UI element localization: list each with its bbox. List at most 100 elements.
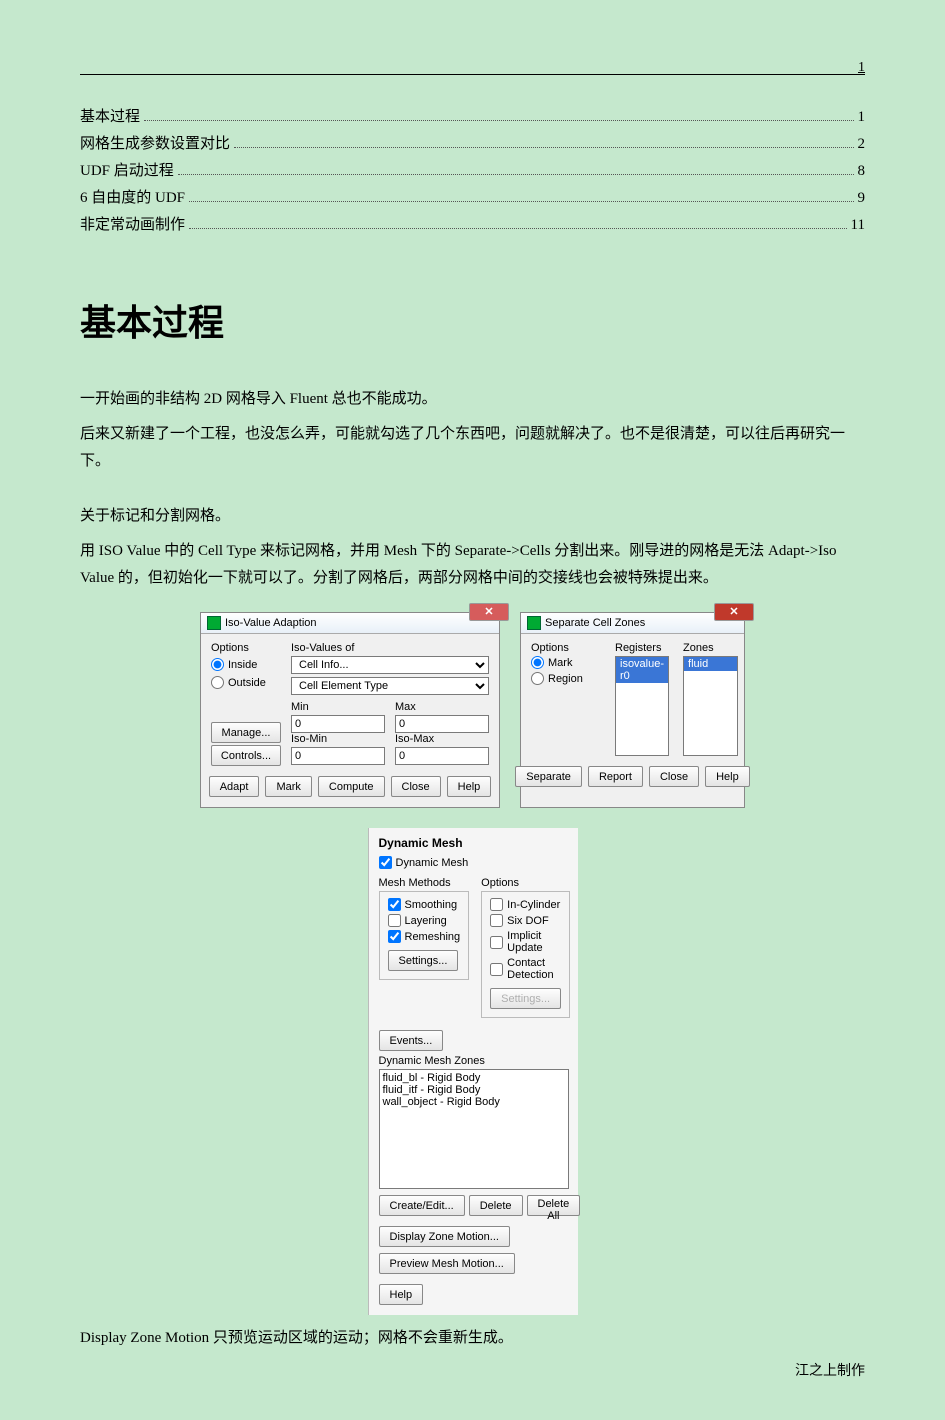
paragraph: Display Zone Motion 只预览运动区域的运动；网格不会重新生成。: [80, 1325, 865, 1352]
app-icon: [527, 616, 541, 630]
options-label: Options: [211, 642, 281, 654]
close-icon[interactable]: ✕: [714, 603, 754, 621]
help-button[interactable]: Help: [447, 776, 492, 797]
remeshing-checkbox[interactable]: Remeshing: [388, 930, 461, 943]
contact-detection-checkbox[interactable]: Contact Detection: [490, 957, 561, 981]
toc-dots: [178, 174, 854, 175]
document-page: 1 基本过程 1 网格生成参数设置对比 2 UDF 启动过程 8 6 自由度的 …: [0, 0, 945, 1420]
iso-values-of-label: Iso-Values of: [291, 642, 489, 654]
inside-radio[interactable]: Inside: [211, 658, 281, 671]
cell-info-dropdown[interactable]: Cell Info...: [291, 656, 489, 674]
help-button[interactable]: Help: [705, 766, 750, 787]
dialog-title: Iso-Value Adaption: [225, 617, 317, 629]
max-input[interactable]: [395, 715, 489, 733]
toc-entry[interactable]: UDF 启动过程 8: [80, 159, 865, 180]
cell-element-type-dropdown[interactable]: Cell Element Type: [291, 677, 489, 695]
delete-button[interactable]: Delete: [469, 1195, 523, 1216]
create-edit-button[interactable]: Create/Edit...: [379, 1195, 465, 1216]
inside-radio-input[interactable]: [211, 658, 224, 671]
toc-entry-page: 9: [858, 190, 866, 207]
mesh-methods-group: Smoothing Layering Remeshing Settings...: [379, 891, 470, 980]
zones-listbox[interactable]: fluid: [683, 656, 738, 756]
display-zone-motion-button[interactable]: Display Zone Motion...: [379, 1226, 510, 1247]
report-button[interactable]: Report: [588, 766, 643, 787]
delete-all-button[interactable]: Delete All: [527, 1195, 581, 1216]
mesh-methods-label: Mesh Methods: [379, 877, 470, 889]
toc-entry[interactable]: 基本过程 1: [80, 105, 865, 126]
controls-button[interactable]: Controls...: [211, 745, 281, 766]
registers-label: Registers: [615, 642, 669, 654]
compute-button[interactable]: Compute: [318, 776, 385, 797]
toc-dots: [189, 228, 847, 229]
table-of-contents: 基本过程 1 网格生成参数设置对比 2 UDF 启动过程 8 6 自由度的 UD…: [80, 105, 865, 234]
max-label: Max: [395, 701, 489, 713]
toc-entry-page: 2: [858, 136, 866, 153]
list-item[interactable]: isovalue-r0: [616, 657, 668, 683]
separate-cell-zones-dialog: ✕ Separate Cell Zones Options Mark: [520, 612, 745, 808]
region-radio[interactable]: Region: [531, 672, 601, 685]
section-title: 基本过程: [80, 294, 865, 346]
close-icon[interactable]: ✕: [469, 603, 509, 621]
paragraph: 后来又新建了一个工程，也没怎么弄，可能就勾选了几个东西吧，问题就解决了。也不是很…: [80, 421, 865, 475]
min-label: Min: [291, 701, 385, 713]
preview-mesh-motion-button[interactable]: Preview Mesh Motion...: [379, 1253, 515, 1274]
options-label: Options: [481, 877, 570, 889]
panel-title: Dynamic Mesh: [379, 836, 568, 850]
mark-radio-input[interactable]: [531, 656, 544, 669]
options-settings-button: Settings...: [490, 988, 561, 1009]
dialog-title: Separate Cell Zones: [545, 617, 645, 629]
toc-entry-label: 6 自由度的 UDF: [80, 186, 185, 207]
list-item[interactable]: wall_object - Rigid Body: [383, 1096, 565, 1108]
adapt-button[interactable]: Adapt: [209, 776, 260, 797]
separate-button[interactable]: Separate: [515, 766, 582, 787]
dialog-row: ✕ Iso-Value Adaption Options Inside: [80, 612, 865, 808]
registers-listbox[interactable]: isovalue-r0: [615, 656, 669, 756]
dynamic-mesh-zones-listbox[interactable]: fluid_bl - Rigid Body fluid_itf - Rigid …: [379, 1069, 569, 1189]
toc-entry[interactable]: 非定常动画制作 11: [80, 213, 865, 234]
methods-settings-button[interactable]: Settings...: [388, 950, 459, 971]
toc-entry-label: UDF 启动过程: [80, 159, 174, 180]
toc-entry[interactable]: 网格生成参数设置对比 2: [80, 132, 865, 153]
min-input[interactable]: [291, 715, 385, 733]
manage-button[interactable]: Manage...: [211, 722, 281, 743]
help-button[interactable]: Help: [379, 1284, 424, 1305]
toc-dots: [234, 147, 853, 148]
toc-entry-label: 基本过程: [80, 105, 140, 126]
toc-dots: [144, 120, 853, 121]
smoothing-checkbox[interactable]: Smoothing: [388, 898, 461, 911]
iso-max-input[interactable]: [395, 747, 489, 765]
implicit-update-checkbox[interactable]: Implicit Update: [490, 930, 561, 954]
events-button[interactable]: Events...: [379, 1030, 444, 1051]
mark-radio[interactable]: Mark: [531, 656, 601, 669]
region-radio-input[interactable]: [531, 672, 544, 685]
app-icon: [207, 616, 221, 630]
paragraph: 一开始画的非结构 2D 网格导入 Fluent 总也不能成功。: [80, 386, 865, 413]
list-item[interactable]: fluid: [684, 657, 737, 671]
dynamic-mesh-panel: Dynamic Mesh Dynamic Mesh Mesh Methods S…: [368, 828, 578, 1315]
toc-entry-page: 1: [858, 109, 866, 126]
toc-entry[interactable]: 6 自由度的 UDF 9: [80, 186, 865, 207]
mark-button[interactable]: Mark: [265, 776, 311, 797]
paragraph: 关于标记和分割网格。: [80, 503, 865, 530]
dynamic-mesh-checkbox[interactable]: Dynamic Mesh: [379, 856, 568, 869]
close-button[interactable]: Close: [391, 776, 441, 797]
dynamic-mesh-checkbox-input[interactable]: [379, 856, 392, 869]
outside-radio-input[interactable]: [211, 676, 224, 689]
layering-checkbox[interactable]: Layering: [388, 914, 461, 927]
in-cylinder-checkbox[interactable]: In-Cylinder: [490, 898, 561, 911]
dialog-titlebar: Separate Cell Zones: [521, 613, 744, 634]
paragraph: 用 ISO Value 中的 Cell Type 来标记网格，并用 Mesh 下…: [80, 538, 865, 592]
iso-min-input[interactable]: [291, 747, 385, 765]
close-button[interactable]: Close: [649, 766, 699, 787]
outside-radio[interactable]: Outside: [211, 676, 281, 689]
list-item[interactable]: fluid_bl - Rigid Body: [383, 1072, 565, 1084]
toc-dots: [189, 201, 853, 202]
iso-value-adaption-dialog: ✕ Iso-Value Adaption Options Inside: [200, 612, 500, 808]
iso-max-label: Iso-Max: [395, 733, 489, 745]
toc-entry-label: 网格生成参数设置对比: [80, 132, 230, 153]
six-dof-checkbox[interactable]: Six DOF: [490, 914, 561, 927]
header-rule: [80, 74, 865, 75]
list-item[interactable]: fluid_itf - Rigid Body: [383, 1084, 565, 1096]
toc-entry-label: 非定常动画制作: [80, 213, 185, 234]
toc-entry-page: 11: [851, 217, 865, 234]
